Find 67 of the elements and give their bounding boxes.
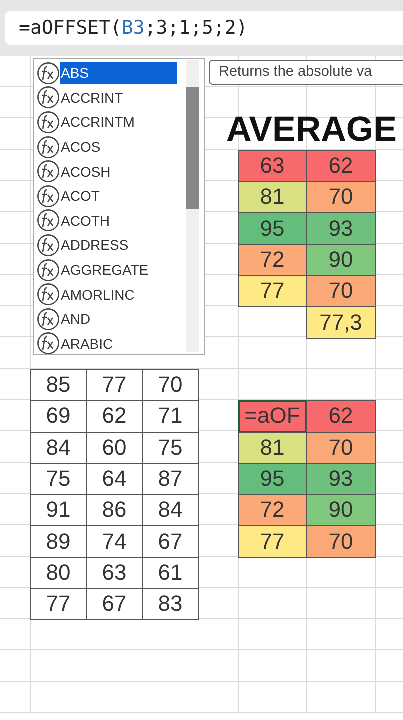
table-cell: 90: [306, 494, 376, 526]
function-icon: [37, 62, 60, 85]
function-icon: [37, 184, 60, 208]
function-icon: [37, 110, 60, 134]
table-cell: 77: [238, 525, 307, 558]
table-cell: 75: [142, 432, 199, 464]
table-cell: 93: [306, 462, 376, 496]
table-cell: 72: [238, 244, 307, 276]
average-cell: 77,3: [306, 306, 376, 339]
table-cell: 81: [238, 432, 307, 464]
function-option[interactable]: ACOS: [60, 136, 101, 158]
table-cell: 75: [30, 462, 87, 496]
table-cell: 87: [142, 462, 199, 496]
table-cell: 71: [142, 400, 199, 433]
function-icon: [37, 209, 60, 232]
table-cell: 70: [306, 432, 376, 464]
table-cell: 95: [238, 462, 307, 496]
table-cell: 70: [142, 368, 199, 402]
table-cell: 89: [30, 525, 87, 558]
table-cell: 80: [30, 556, 87, 590]
function-option[interactable]: ACCRINT: [60, 86, 124, 109]
table-cell: 84: [30, 432, 87, 464]
function-tooltip: Returns the absolute va: [209, 60, 403, 85]
table-cell: 91: [30, 494, 87, 526]
table-cell: 62: [306, 150, 376, 182]
table-cell: 69: [30, 400, 87, 433]
function-option[interactable]: ACCRINTM: [60, 111, 135, 134]
function-icon: [37, 308, 60, 331]
table-cell: 81: [238, 181, 307, 214]
table-cell: 83: [142, 588, 199, 620]
function-option[interactable]: ADDRESS: [60, 234, 129, 256]
function-option[interactable]: AND: [60, 308, 91, 330]
table-cell: 70: [306, 275, 376, 308]
active-cell[interactable]: =aOF: [238, 400, 307, 433]
function-option[interactable]: ABS: [60, 62, 177, 84]
table-cell: 70: [306, 181, 376, 214]
table-cell: 77: [86, 368, 143, 402]
table-cell: 93: [306, 212, 376, 245]
table-cell: 63: [238, 150, 307, 182]
function-icon: [37, 258, 60, 282]
function-option[interactable]: AMORLINC: [60, 284, 135, 306]
table-cell: 84: [142, 494, 199, 526]
table-cell: 95: [238, 212, 307, 245]
function-icon: [37, 332, 60, 356]
table-cell: 70: [306, 525, 376, 558]
function-option[interactable]: AGGREGATE: [60, 259, 149, 282]
table-cell: 61: [142, 556, 199, 590]
scrollbar-thumb[interactable]: [186, 87, 199, 209]
function-icon: [37, 234, 60, 257]
formula-bar[interactable]: =aOFFSET(B3;3;1;5;2): [5, 11, 403, 45]
function-icon: [37, 136, 60, 159]
table-cell: 77: [30, 588, 87, 620]
table-cell: 67: [142, 525, 199, 558]
function-option[interactable]: ACOSH: [60, 160, 111, 183]
function-icon: [37, 160, 60, 184]
table-cell: 62: [306, 400, 376, 433]
table-cell: 77: [238, 275, 307, 308]
table-cell: 90: [306, 244, 376, 276]
function-option[interactable]: ARABIC: [60, 332, 114, 355]
function-option[interactable]: ACOT: [60, 185, 100, 208]
function-icon: [37, 283, 60, 306]
table-cell: 72: [238, 494, 307, 526]
table-cell: 85: [30, 368, 87, 402]
scrollbar[interactable]: [186, 60, 199, 352]
function-icon: [37, 86, 60, 110]
sheet-heading: AVERAGE: [226, 112, 398, 147]
function-option[interactable]: ACOTH: [60, 210, 110, 232]
